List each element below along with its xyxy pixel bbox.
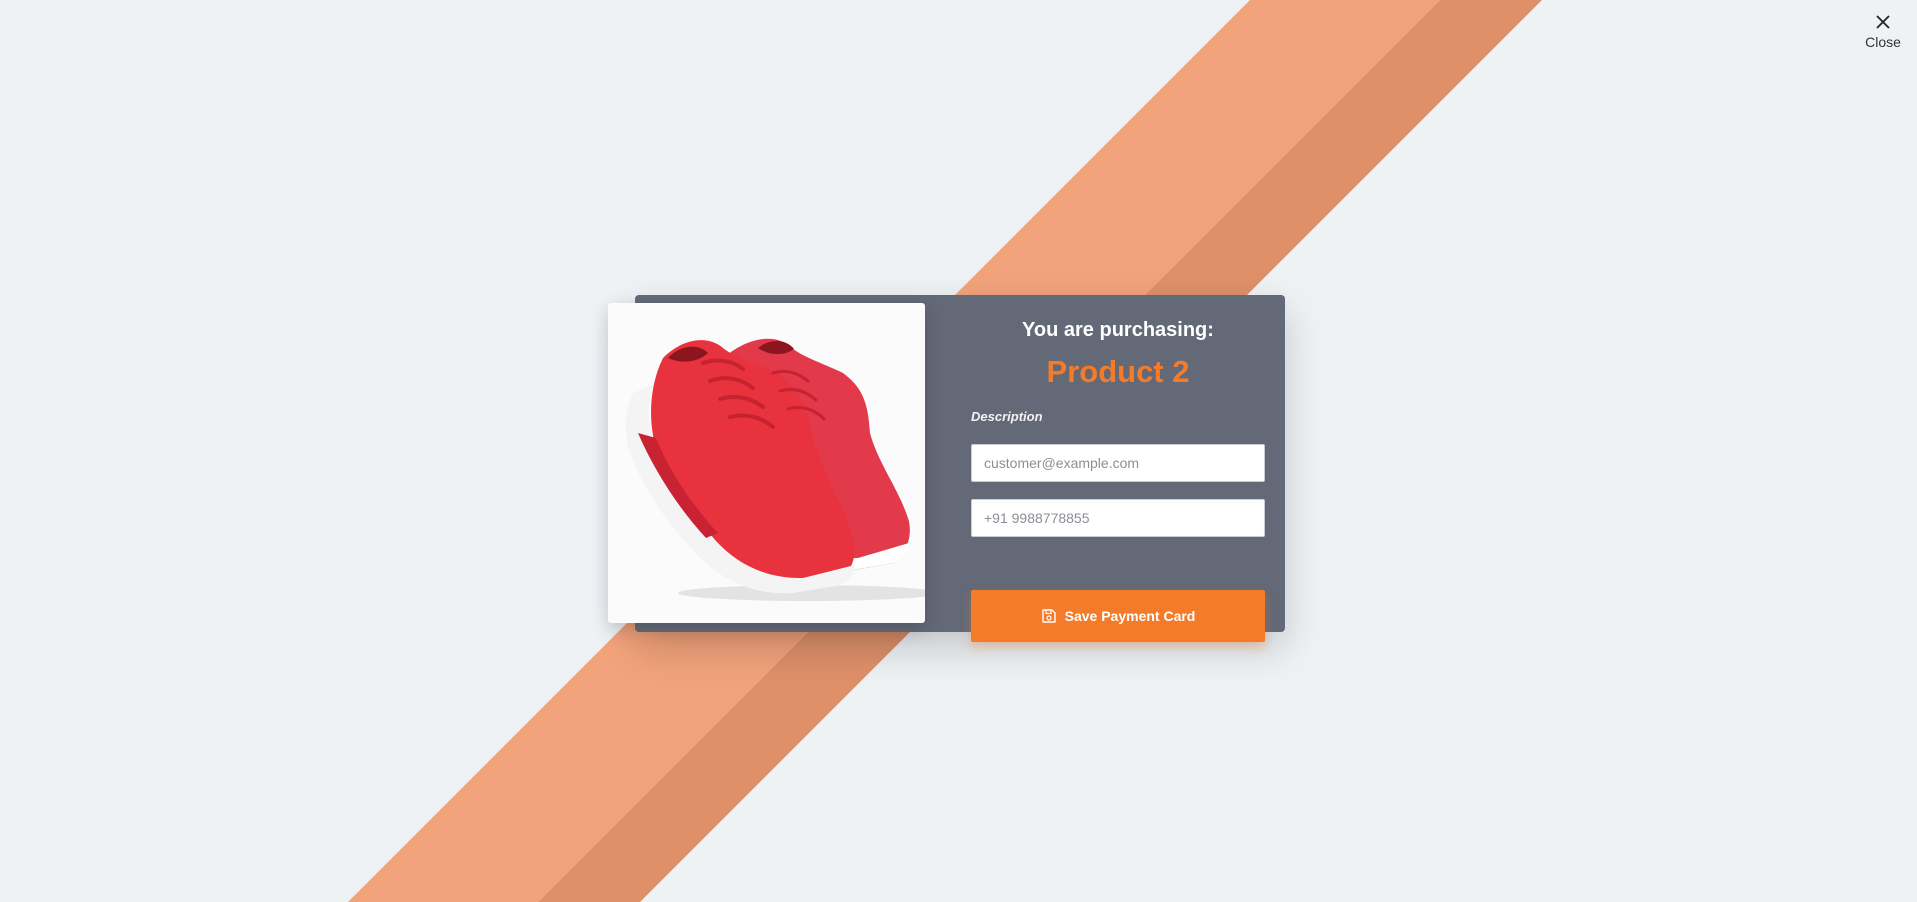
red-sneakers-image bbox=[625, 338, 925, 601]
phone-field[interactable] bbox=[971, 499, 1265, 537]
product-name: Product 2 bbox=[1046, 354, 1190, 389]
close-button[interactable]: Close bbox=[1861, 14, 1905, 50]
close-label: Close bbox=[1865, 34, 1901, 50]
close-icon bbox=[1876, 15, 1890, 29]
product-image bbox=[608, 303, 925, 623]
save-payment-card-button[interactable]: Save Payment Card bbox=[971, 590, 1265, 642]
description-label: Description bbox=[971, 409, 1043, 424]
email-field[interactable] bbox=[971, 444, 1265, 482]
save-button-label: Save Payment Card bbox=[1064, 608, 1196, 624]
purchase-panel: You are purchasing: Product 2 Descriptio… bbox=[971, 303, 1265, 537]
floppy-disk-icon bbox=[1041, 609, 1056, 623]
purchase-heading: You are purchasing: bbox=[1022, 319, 1214, 341]
